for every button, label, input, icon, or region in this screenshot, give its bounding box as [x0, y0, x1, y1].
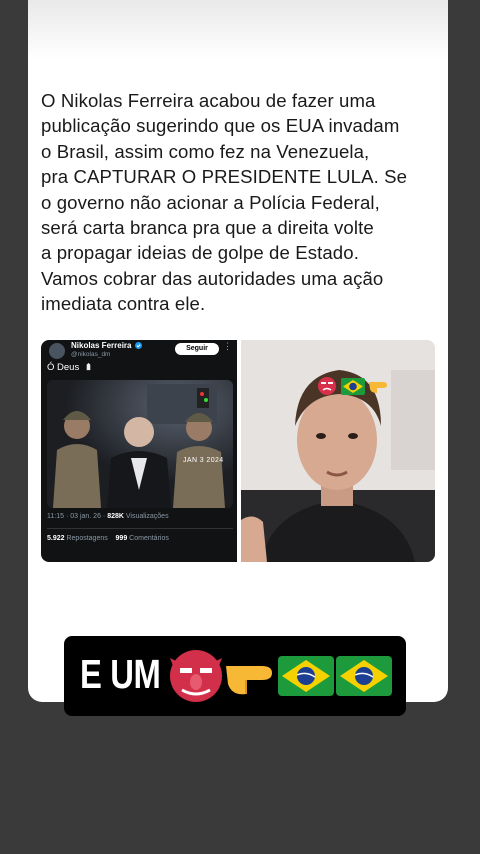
photo-date-stamp: JAN 3 2024 — [183, 457, 224, 464]
goblin-emoji — [318, 377, 336, 395]
post-text-line: O Nikolas Ferreira acabou de fazer uma — [41, 90, 376, 111]
views-count: 828K — [107, 513, 124, 520]
tweet-meta: 11:15 · 03 jan. 26 · 828K Visualizações — [47, 513, 169, 520]
brazil-flag-emoji — [336, 656, 392, 696]
tweet-text-content: Ó Deus — [47, 362, 80, 373]
post-text: O Nikolas Ferreira acabou de fazer uma p… — [41, 88, 441, 317]
pointing-right-emoji — [369, 382, 387, 393]
post-text-line: o Brasil, assim como fez na Venezuela, — [41, 140, 370, 162]
views-label: Visualizações — [125, 513, 169, 520]
comments-count: 999 — [115, 535, 128, 542]
post-card: O Nikolas Ferreira acabou de fazer uma p… — [28, 0, 448, 702]
person-video-frame — [241, 340, 435, 562]
verified-badge-icon — [134, 342, 142, 349]
pointing-right-emoji — [226, 666, 272, 695]
post-text-line: Vamos cobrar das autoridades uma ação — [41, 267, 384, 289]
post-text-line: imediata contra ele. — [41, 293, 206, 315]
post-text-line: o governo não acionar a Polícia Federal, — [41, 191, 380, 213]
post-text-line: a propagar ideias de golpe de Estado. — [41, 242, 359, 264]
post-text-line: publicação sugerindo que os EUA invadam — [41, 115, 400, 137]
avatar — [49, 343, 65, 359]
tweet-time: 11:15 · 03 jan. 26 · — [47, 513, 106, 520]
photo-scene — [47, 380, 233, 508]
caption-text: E UM — [80, 651, 161, 697]
tweet-stats: 5.922 Repostagens 999 Comentários — [47, 535, 169, 542]
more-options-icon[interactable]: ⋮ — [223, 341, 232, 352]
follow-button[interactable]: Seguir — [175, 343, 219, 355]
comments-label: Comentários — [129, 535, 169, 542]
tweet-author: Nikolas Ferreira — [71, 341, 142, 350]
brazil-flag-emoji — [341, 378, 365, 395]
tweet-screenshot[interactable]: Nikolas Ferreira @nikolas_dm Seguir ⋮ Ó … — [41, 340, 237, 562]
video-screenshot[interactable] — [241, 340, 435, 562]
tweet-handle: @nikolas_dm — [71, 351, 111, 358]
media-grid: Nikolas Ferreira @nikolas_dm Seguir ⋮ Ó … — [41, 340, 435, 562]
post-text-line: será carta branca pra que a direita volt… — [41, 217, 374, 239]
reposts-count: 5.922 — [47, 535, 65, 542]
post-text-line: pra CAPTURAR O PRESIDENTE LULA. Se — [41, 166, 408, 188]
card-top-fade — [28, 0, 448, 60]
tweet-text: Ó Deus — [47, 362, 93, 373]
tweet-photo — [47, 380, 233, 508]
caption-bar: E UM — [64, 636, 406, 716]
tweet-author-name: Nikolas Ferreira — [71, 341, 132, 350]
reposts-label: Repostagens — [66, 535, 108, 542]
brazil-flag-emoji — [278, 656, 334, 696]
goblin-emoji — [170, 650, 222, 702]
hand-emoji — [86, 362, 91, 371]
divider — [47, 528, 233, 529]
